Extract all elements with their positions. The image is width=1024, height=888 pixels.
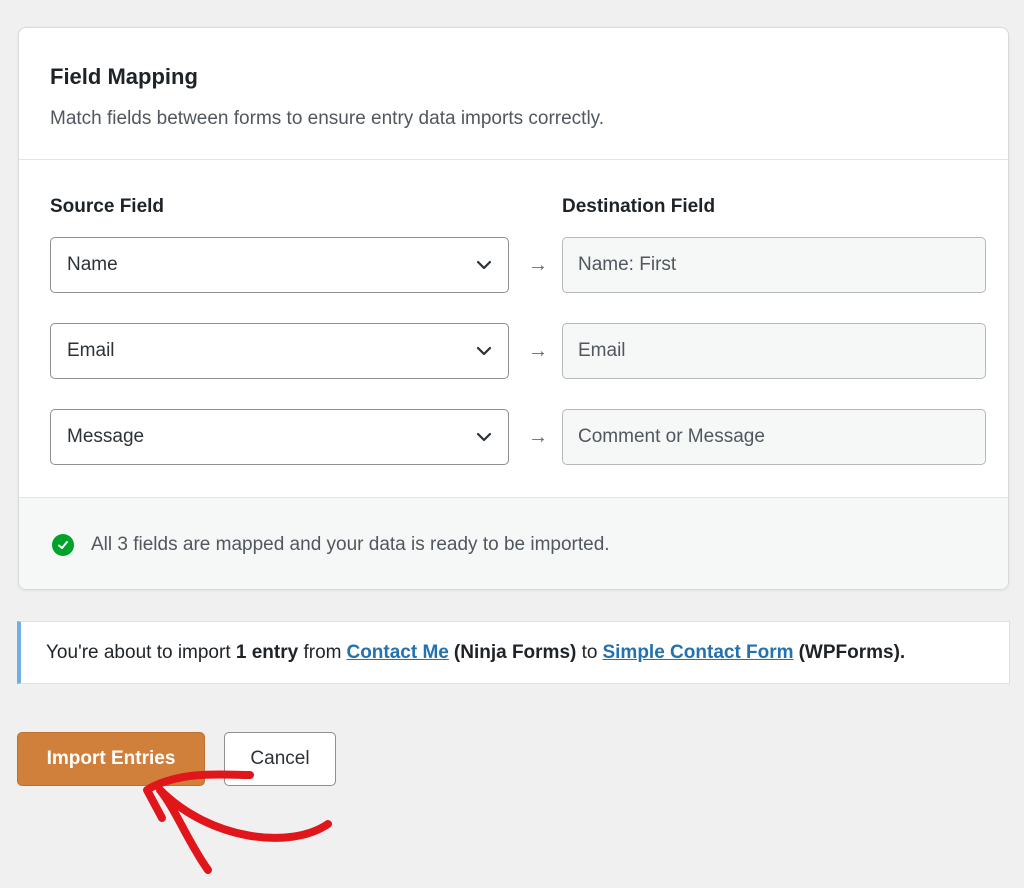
source-field-header: Source Field bbox=[50, 196, 165, 217]
destination-field-header: Destination Field bbox=[562, 196, 716, 217]
import-summary-notice: You're about to import 1 entry from Conta… bbox=[17, 621, 1010, 684]
mapping-row: Message → Comment or Message bbox=[19, 409, 1008, 465]
source-field-select[interactable]: Name bbox=[50, 237, 509, 293]
card-title: Field Mapping bbox=[50, 64, 198, 89]
mapping-body: Source Field Destination Field Name → Na… bbox=[19, 160, 1008, 497]
import-entries-page: Field Mapping Match fields between forms… bbox=[0, 0, 1024, 888]
card-description: Match fields between forms to ensure ent… bbox=[50, 108, 605, 129]
destination-field: Name: First bbox=[562, 237, 986, 293]
arrow-right-icon: → bbox=[528, 339, 548, 362]
source-plugin: (Ninja Forms) bbox=[453, 641, 577, 663]
chevron-down-icon bbox=[476, 432, 492, 442]
destination-form-link[interactable]: Simple Contact Form bbox=[602, 642, 793, 664]
chevron-down-icon bbox=[476, 260, 492, 270]
entry-count: 1 entry bbox=[235, 641, 299, 663]
source-field-value: Name bbox=[67, 254, 118, 275]
source-field-select[interactable]: Email bbox=[50, 323, 509, 379]
notice-from: from bbox=[303, 641, 342, 663]
destination-field-value: Email bbox=[578, 340, 626, 361]
notice-prefix: You're about to import bbox=[46, 641, 231, 663]
mapping-row: Email → Email bbox=[19, 323, 1008, 379]
destination-field: Comment or Message bbox=[562, 409, 986, 465]
arrow-right-icon: → bbox=[528, 253, 548, 276]
source-field-value: Message bbox=[67, 426, 145, 447]
import-entries-button[interactable]: Import Entries bbox=[17, 732, 205, 786]
status-text: All 3 fields are mapped and your data is… bbox=[91, 533, 610, 555]
card-header: Field Mapping Match fields between forms… bbox=[19, 28, 1008, 160]
destination-plugin: (WPForms). bbox=[798, 641, 906, 663]
source-field-select[interactable]: Message bbox=[50, 409, 509, 465]
destination-field-value: Name: First bbox=[578, 254, 677, 275]
mapping-status: All 3 fields are mapped and your data is… bbox=[19, 497, 1008, 589]
check-circle-icon bbox=[52, 533, 74, 556]
mapping-row: Name → Name: First bbox=[19, 237, 1008, 293]
chevron-down-icon bbox=[476, 346, 492, 356]
notice-to: to bbox=[581, 641, 598, 663]
source-field-value: Email bbox=[67, 340, 115, 361]
arrow-right-icon: → bbox=[528, 425, 548, 448]
cancel-button[interactable]: Cancel bbox=[224, 732, 336, 786]
source-form-link[interactable]: Contact Me bbox=[346, 642, 448, 664]
field-mapping-card: Field Mapping Match fields between forms… bbox=[18, 27, 1009, 590]
destination-field-value: Comment or Message bbox=[578, 426, 765, 447]
destination-field: Email bbox=[562, 323, 986, 379]
